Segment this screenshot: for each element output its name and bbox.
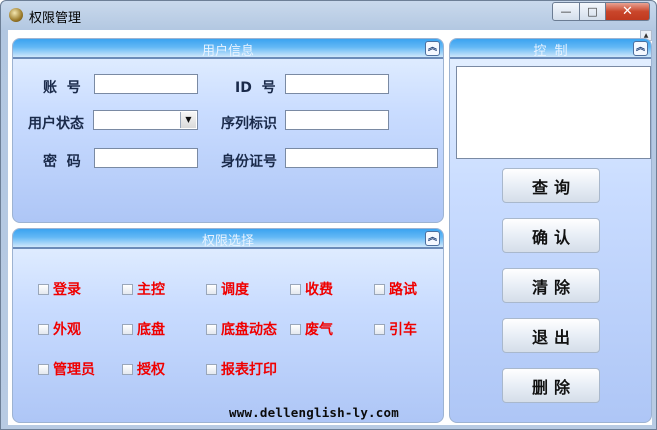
control-output-textarea[interactable] [456,66,651,159]
password-input[interactable] [94,148,198,168]
perm-exhaust[interactable]: 废气 [290,319,333,339]
query-button[interactable]: 查询 [502,168,600,203]
window-title: 权限管理 [29,11,82,26]
account-input[interactable] [94,74,198,94]
perm-dispatch-checkbox[interactable] [206,283,217,295]
perm-appearance[interactable]: 外观 [38,319,81,339]
perm-authorize-label: 授权 [137,362,165,378]
id-input[interactable] [285,74,389,94]
perm-charge[interactable]: 收费 [290,279,333,299]
perm-chassis-dynamic-label: 底盘动态 [221,322,277,338]
perm-road-test-label: 路试 [389,282,417,298]
perm-charge-label: 收费 [305,282,333,298]
perm-chassis-label: 底盘 [137,322,165,338]
perm-charge-checkbox[interactable] [290,283,301,295]
perm-main-control-checkbox[interactable] [122,283,133,295]
idcard-input[interactable] [285,148,438,168]
exit-button[interactable]: 退出 [502,318,600,353]
control-panel: 控 制 ︽ 查询 确认 清除 退出 删除 [449,38,652,423]
perm-vehicle-guide-label: 引车 [389,322,417,338]
control-title: 控 制 [533,44,568,59]
close-button[interactable]: ✕ [606,2,650,21]
perm-chassis-dynamic-checkbox[interactable] [206,323,217,335]
chevron-down-icon[interactable]: ▼ [180,112,196,128]
serial-input[interactable] [285,110,389,130]
perm-road-test-checkbox[interactable] [374,283,385,295]
perm-exhaust-checkbox[interactable] [290,323,301,335]
perm-report-print-label: 报表打印 [221,362,277,378]
maximize-icon: □ [587,5,598,18]
perm-vehicle-guide-checkbox[interactable] [374,323,385,335]
app-icon [9,8,23,22]
perm-vehicle-guide[interactable]: 引车 [374,319,417,339]
account-label: 账 号 [43,80,81,96]
perm-chassis-dynamic[interactable]: 底盘动态 [206,319,277,339]
perm-chassis-checkbox[interactable] [122,323,133,335]
perm-admin-label: 管理员 [53,362,95,378]
perm-authorize-checkbox[interactable] [122,363,133,375]
perm-dispatch-label: 调度 [221,282,249,298]
perm-appearance-label: 外观 [53,322,81,338]
permission-window: 权限管理 — □ ✕ ▲ 用户信息 ︽ 账 号 ID 号 用户状态 ▼ 序列标识 [0,0,657,430]
serial-label: 序列标识 [221,116,277,132]
perm-exhaust-label: 废气 [305,322,333,338]
footer-url: www.dellenglish-ly.com [229,405,399,420]
perm-login-label: 登录 [53,282,81,298]
perm-road-test[interactable]: 路试 [374,279,417,299]
user-status-value [94,115,97,129]
perm-report-print-checkbox[interactable] [206,363,217,375]
user-info-header: 用户信息 ︽ [13,39,443,59]
permission-title: 权限选择 [201,234,254,249]
collapse-permission-icon[interactable]: ︽ [425,231,440,246]
client-area: ▲ 用户信息 ︽ 账 号 ID 号 用户状态 ▼ 序列标识 密 码 身份证号 权… [8,30,652,425]
password-label: 密 码 [43,154,81,170]
maximize-button[interactable]: □ [580,2,606,21]
permission-header: 权限选择 ︽ [13,229,443,249]
clear-button[interactable]: 清除 [502,268,600,303]
user-info-title: 用户信息 [201,44,254,59]
idcard-label: 身份证号 [221,154,277,170]
perm-main-control[interactable]: 主控 [122,279,165,299]
user-status-select[interactable]: ▼ [93,110,198,130]
perm-report-print[interactable]: 报表打印 [206,359,277,379]
perm-login[interactable]: 登录 [38,279,81,299]
perm-authorize[interactable]: 授权 [122,359,165,379]
user-info-panel: 用户信息 ︽ 账 号 ID 号 用户状态 ▼ 序列标识 密 码 身份证号 [12,38,444,223]
id-label: ID 号 [235,80,276,96]
perm-login-checkbox[interactable] [38,283,49,295]
title-bar: 权限管理 — □ ✕ [1,1,656,30]
minimize-button[interactable]: — [552,2,580,21]
delete-button[interactable]: 删除 [502,368,600,403]
perm-chassis[interactable]: 底盘 [122,319,165,339]
perm-appearance-checkbox[interactable] [38,323,49,335]
perm-dispatch[interactable]: 调度 [206,279,249,299]
perm-admin-checkbox[interactable] [38,363,49,375]
perm-admin[interactable]: 管理员 [38,359,95,379]
confirm-button[interactable]: 确认 [502,218,600,253]
window-controls: — □ ✕ [552,2,650,21]
close-icon: ✕ [622,4,633,19]
control-header: 控 制 ︽ [450,39,651,59]
collapse-control-icon[interactable]: ︽ [633,41,648,56]
perm-main-control-label: 主控 [137,282,165,298]
user-status-label: 用户状态 [28,116,84,132]
collapse-user-info-icon[interactable]: ︽ [425,41,440,56]
permission-panel: 权限选择 ︽ 登录 主控 调度 收费 路试 外观 底盘 底盘动态 废气 引车 管… [12,228,444,423]
minimize-icon: — [560,5,572,18]
